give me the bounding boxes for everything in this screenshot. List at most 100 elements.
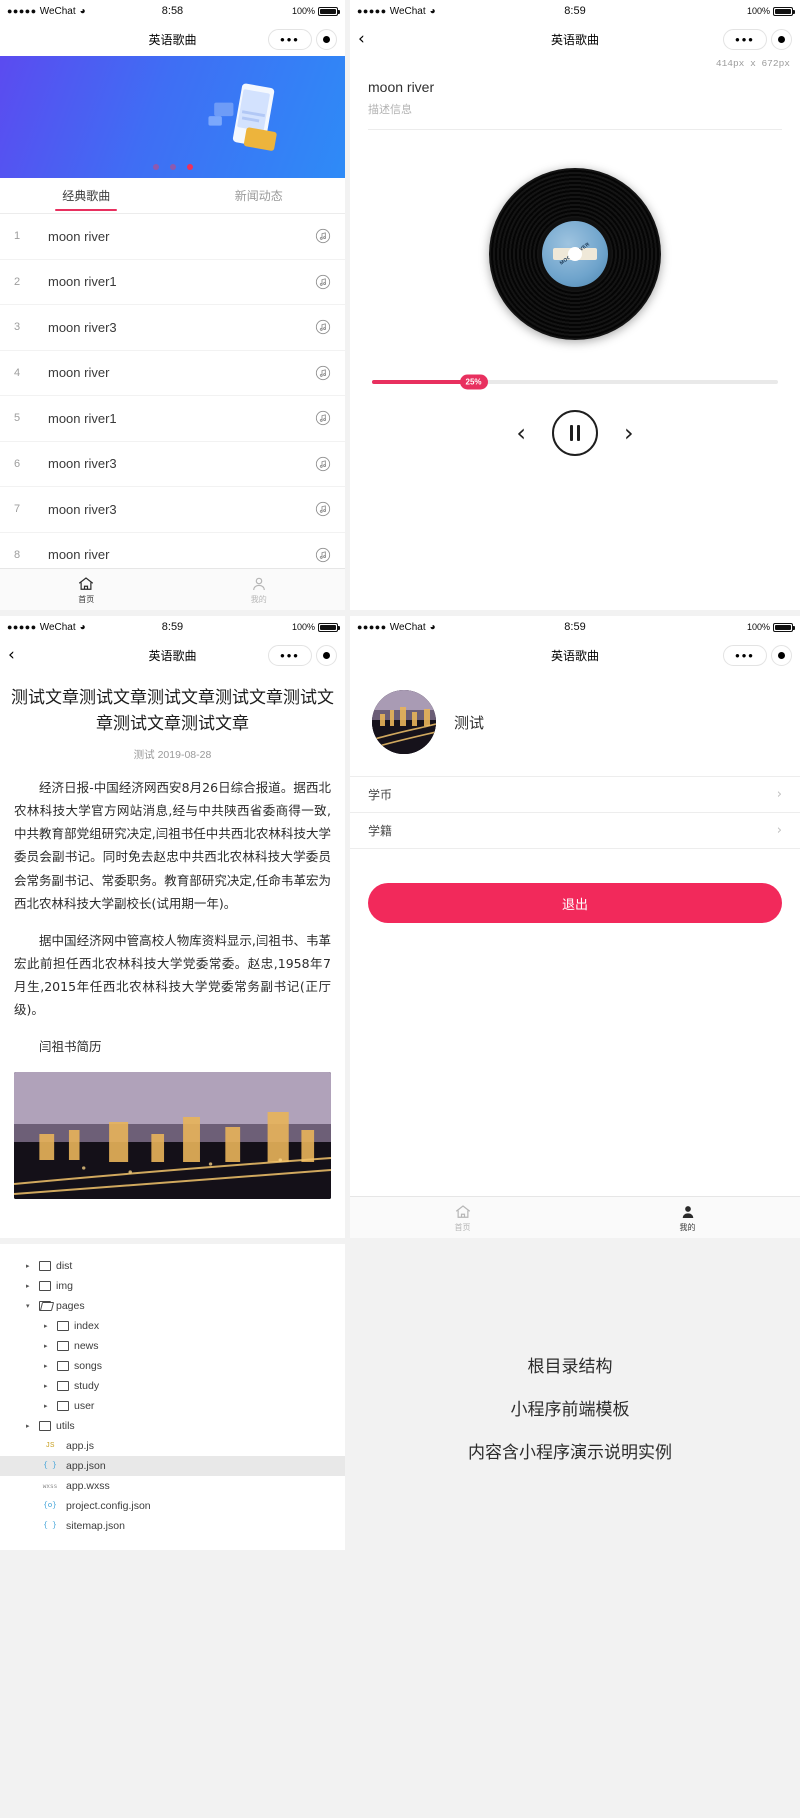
avatar-photo-icon: [372, 690, 436, 754]
banner-dot[interactable]: [169, 164, 176, 170]
profile-header: 测试: [350, 672, 800, 776]
song-index: 3: [14, 321, 21, 334]
promo-line: 内容含小程序演示说明实例: [468, 1442, 672, 1463]
tabbar-item-mine[interactable]: 我的: [575, 1197, 800, 1238]
tab-news[interactable]: 新闻动态: [173, 178, 346, 213]
tree-caret-icon[interactable]: ▸: [44, 1382, 52, 1390]
tab-classic-songs[interactable]: 经典歌曲: [0, 178, 173, 213]
tree-folder-row[interactable]: ▸ index: [0, 1316, 345, 1336]
battery-icon: [772, 622, 795, 632]
user-avatar[interactable]: [372, 690, 436, 754]
close-target-icon[interactable]: [316, 644, 337, 666]
tree-folder-row[interactable]: ▸ songs: [0, 1356, 345, 1376]
vinyl-center-hole: [568, 247, 582, 261]
banner-dot-active[interactable]: [186, 164, 193, 170]
bottom-tab-bar: 首页 我的: [0, 568, 345, 610]
tree-file-row[interactable]: {o} project.config.json: [0, 1496, 345, 1516]
tree-caret-icon[interactable]: ▸: [44, 1342, 52, 1350]
player-song-description: 描述信息: [368, 101, 782, 130]
song-row[interactable]: 4 moon river: [0, 351, 345, 396]
battery-percent-label: 100%: [746, 622, 770, 632]
song-row[interactable]: 7 moon river3: [0, 487, 345, 533]
tabbar-label-home: 首页: [78, 594, 95, 604]
profile-menu-row[interactable]: 学币 ›: [350, 777, 800, 813]
close-target-icon[interactable]: [771, 28, 792, 50]
tree-folder-row[interactable]: ▸ utils: [0, 1416, 345, 1436]
music-note-icon[interactable]: [315, 456, 331, 472]
tree-caret-icon[interactable]: ▸: [26, 1262, 34, 1270]
tree-file-row[interactable]: { } app.json: [0, 1456, 345, 1476]
folder-icon: [39, 1261, 51, 1271]
previous-track-button[interactable]: ‹: [516, 421, 526, 445]
song-row[interactable]: 1 moon river: [0, 214, 345, 260]
tree-caret-icon[interactable]: ▸: [44, 1362, 52, 1370]
progress-slider[interactable]: 25%: [372, 374, 778, 390]
tree-node-label: img: [56, 1280, 73, 1292]
play-pause-button[interactable]: [552, 410, 598, 456]
capsule-buttons: •••: [723, 644, 792, 666]
song-title: moon river3: [48, 456, 117, 472]
close-target-icon[interactable]: [316, 28, 337, 50]
status-bar: ●●●●● WeChat ◕ 8:59 100%: [350, 0, 800, 22]
music-note-icon[interactable]: [315, 547, 331, 563]
folder-icon: [57, 1341, 69, 1351]
song-row[interactable]: 2 moon river1: [0, 260, 345, 305]
tree-file-row[interactable]: wxss app.wxss: [0, 1476, 345, 1496]
clock-label: 8:59: [161, 621, 184, 633]
banner-dot[interactable]: [152, 164, 159, 170]
status-bar-left: ●●●●● WeChat ◕: [357, 622, 501, 633]
tabbar-item-home[interactable]: 首页: [0, 569, 173, 610]
song-row[interactable]: 3 moon river3: [0, 305, 345, 351]
progress-knob[interactable]: 25%: [459, 374, 488, 390]
back-button[interactable]: ‹: [8, 646, 36, 664]
tree-caret-icon[interactable]: ▸: [44, 1322, 52, 1330]
more-menu-button[interactable]: •••: [723, 28, 767, 50]
tree-node-label: index: [74, 1320, 100, 1332]
music-note-icon[interactable]: [315, 228, 331, 244]
tree-caret-icon[interactable]: ▾: [26, 1302, 34, 1310]
tree-file-row[interactable]: { } sitemap.json: [0, 1516, 345, 1536]
music-note-icon[interactable]: [315, 274, 331, 290]
more-menu-button[interactable]: •••: [723, 644, 767, 666]
tree-file-row[interactable]: JS app.js: [0, 1436, 345, 1456]
music-note-icon[interactable]: [315, 501, 331, 517]
music-note-icon[interactable]: [315, 319, 331, 335]
panel-music-player: ●●●●● WeChat ◕ 8:59 100% ‹ 英语歌曲 ••• 414p…: [350, 0, 800, 610]
person-icon: [682, 1205, 693, 1218]
tabbar-item-mine[interactable]: 我的: [173, 569, 346, 610]
status-bar: ●●●●● WeChat ◕ 8:59 100%: [350, 616, 800, 638]
tree-folder-row[interactable]: ▾ pages: [0, 1296, 345, 1316]
song-row[interactable]: 5 moon river1: [0, 396, 345, 442]
vinyl-record-icon[interactable]: MOON RIVER: [489, 168, 661, 340]
tree-folder-row[interactable]: ▸ img: [0, 1276, 345, 1296]
music-note-icon[interactable]: [315, 365, 331, 381]
tree-caret-icon[interactable]: ▸: [44, 1402, 52, 1410]
tree-caret-icon[interactable]: ▸: [26, 1282, 34, 1290]
song-title: moon river1: [48, 274, 117, 290]
logout-button[interactable]: 退出: [368, 883, 782, 923]
tree-folder-row[interactable]: ▸ user: [0, 1396, 345, 1416]
song-index: 7: [14, 503, 21, 516]
tree-folder-row[interactable]: ▸ dist: [0, 1256, 345, 1276]
music-note-icon[interactable]: [315, 410, 331, 426]
player-header: moon river 描述信息: [350, 69, 800, 130]
home-icon: [79, 576, 94, 590]
tree-folder-row[interactable]: ▸ news: [0, 1336, 345, 1356]
tree-caret-icon[interactable]: ▸: [26, 1422, 34, 1430]
promo-banner[interactable]: [0, 56, 345, 178]
file-type-icon: { }: [43, 1462, 57, 1470]
tree-folder-row[interactable]: ▸ study: [0, 1376, 345, 1396]
tabbar-item-home[interactable]: 首页: [350, 1197, 575, 1238]
song-row[interactable]: 6 moon river3: [0, 442, 345, 487]
profile-menu-row[interactable]: 学籍 ›: [350, 813, 800, 849]
file-tree-panel: ▸ dist ▸ img ▾ pages ▸ index ▸ news ▸ songs ▸ study ▸ u…: [0, 1244, 345, 1550]
close-target-icon[interactable]: [771, 644, 792, 666]
more-menu-button[interactable]: •••: [268, 28, 312, 50]
more-menu-button[interactable]: •••: [268, 644, 312, 666]
capsule-buttons: •••: [268, 644, 337, 666]
battery-icon: [317, 6, 340, 16]
folder-icon: [39, 1281, 51, 1291]
banner-dots[interactable]: [0, 164, 345, 170]
back-button[interactable]: ‹: [358, 30, 386, 48]
next-track-button[interactable]: ›: [624, 421, 634, 445]
